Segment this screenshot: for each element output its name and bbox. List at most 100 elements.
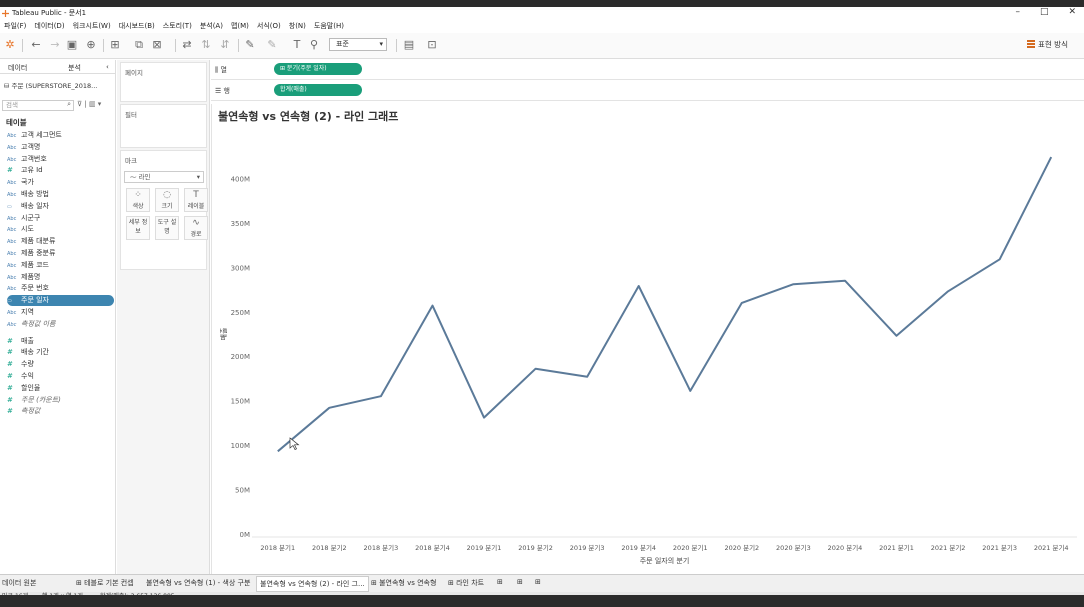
field-item[interactable]: Abc 제품 코드 — [7, 260, 114, 271]
field-item[interactable]: # 주문 (카운트) — [7, 395, 114, 406]
data-point[interactable] — [378, 394, 383, 399]
show-cards-icon[interactable]: ▤ — [402, 38, 416, 52]
close-button[interactable]: ✕ — [1068, 7, 1076, 17]
data-point[interactable] — [791, 282, 796, 287]
field-item[interactable]: # 할인율 — [7, 383, 114, 394]
redo-icon[interactable]: → — [48, 38, 62, 52]
rows-shelf[interactable]: ☰ 행 합계(매출) — [211, 81, 1084, 101]
field-item[interactable]: Abc 시도 — [7, 224, 114, 235]
sort-ascending-icon[interactable]: ⇅ — [199, 38, 213, 52]
field-item[interactable]: # 측정값 — [7, 406, 114, 417]
field-item[interactable]: ▭ 배송 일자 — [7, 201, 114, 212]
field-item[interactable]: Abc 제품명 — [7, 272, 114, 283]
duplicate-sheet-icon[interactable]: ⧉ — [132, 38, 146, 52]
line-chart[interactable]: 0M 50M 100M 150M 200M 250M 300M 350M 400M 매출 2018 … — [212, 104, 1084, 574]
data-point[interactable] — [997, 257, 1002, 262]
field-item[interactable]: # 고유 Id — [7, 165, 114, 176]
menu-item-6[interactable]: 맵(M) — [227, 20, 253, 32]
data-point[interactable] — [842, 278, 847, 283]
sheet-tab[interactable]: 불연속형 vs 연속형 (1) - 색상 구분 — [146, 578, 250, 588]
datasource-item[interactable]: ⛁ 주문 (SUPERSTORE_2018... — [4, 80, 97, 90]
field-item[interactable]: Abc 측정값 이름 — [7, 319, 114, 330]
field-item[interactable]: Abc 고객번호 — [7, 154, 114, 165]
field-item[interactable]: Abc 고객 세그먼트 — [7, 130, 114, 141]
data-point[interactable] — [585, 374, 590, 379]
menu-item-7[interactable]: 서식(O) — [253, 20, 285, 32]
fit-select[interactable]: 표준 ▾ — [329, 38, 387, 51]
menu-item-3[interactable]: 대시보드(B) — [115, 20, 159, 32]
data-point[interactable] — [275, 449, 280, 454]
field-item[interactable]: Abc 제품 대분류 — [7, 236, 114, 247]
data-point[interactable] — [1049, 155, 1054, 160]
label-button[interactable]: T 레이블 — [184, 188, 208, 212]
color-button[interactable]: ⁘ 색상 — [126, 188, 150, 212]
menu-item-8[interactable]: 창(N) — [285, 20, 310, 32]
filter-icon[interactable]: ⊽ — [77, 100, 82, 108]
field-item[interactable]: # 배송 기간 — [7, 347, 114, 358]
data-point[interactable] — [327, 405, 332, 410]
fix-axes-icon[interactable]: ⚲ — [307, 38, 321, 52]
new-dashboard-tab-icon[interactable]: ⊞ — [517, 578, 523, 586]
search-input[interactable]: 검색 ⌕ — [2, 100, 74, 111]
view-options-icon[interactable]: ▥ ▾ — [89, 100, 101, 108]
tab-data[interactable]: 데이터 — [8, 63, 27, 73]
size-button[interactable]: ◌ 크기 — [155, 188, 179, 212]
tableau-home-icon[interactable]: ✲ — [3, 38, 17, 52]
field-item[interactable]: Abc 제품 중분류 — [7, 248, 114, 259]
filters-card[interactable]: 필터 — [120, 104, 207, 148]
field-item[interactable]: # 매출 — [7, 336, 114, 347]
field-item[interactable]: Abc 주문 번호 — [7, 283, 114, 294]
path-button[interactable]: ∿ 경로 — [184, 216, 208, 240]
collapse-pane-icon[interactable]: ‹ — [106, 63, 109, 71]
undo-icon[interactable]: ← — [29, 38, 43, 52]
pages-card[interactable]: 페이지 — [120, 62, 207, 102]
data-point[interactable] — [482, 415, 487, 420]
series-line[interactable] — [277, 156, 1053, 453]
new-story-tab-icon[interactable]: ⊞ — [535, 578, 541, 586]
columns-shelf[interactable]: ⫼ 열 ⊞ 분기(주문 일자) — [211, 60, 1084, 80]
data-point[interactable] — [946, 289, 951, 294]
field-item[interactable]: Abc 배송 방법 — [7, 189, 114, 200]
show-me-button[interactable]: 표현 방식 — [1027, 39, 1068, 50]
data-point[interactable] — [739, 300, 744, 305]
sheet-tab[interactable]: ⊞ 테블로 기본 컨셉 — [76, 578, 134, 588]
menu-item-5[interactable]: 분석(A) — [196, 20, 227, 32]
tab-analytics[interactable]: 분석 — [68, 63, 81, 73]
new-datasource-icon[interactable]: ⊕ — [84, 38, 98, 52]
tab-datasource[interactable]: 데이터 원본 — [2, 578, 36, 588]
field-item[interactable]: Abc 고객명 — [7, 142, 114, 153]
sheet-tab[interactable]: 불연속형 vs 연속형 (2) - 라인 그... — [256, 576, 369, 592]
sort-descending-icon[interactable]: ⇵ — [218, 38, 232, 52]
menu-item-2[interactable]: 워크시트(W) — [69, 20, 115, 32]
mark-type-select[interactable]: ⁓ 라인 ▾ — [124, 171, 204, 183]
swap-rows-columns-icon[interactable]: ⇄ — [180, 38, 194, 52]
menu-item-9[interactable]: 도움말(H) — [310, 20, 348, 32]
highlight-icon[interactable]: ✎ — [243, 38, 257, 52]
presentation-mode-icon[interactable]: ⊡ — [425, 38, 439, 52]
save-icon[interactable]: ▣ — [65, 38, 79, 52]
sheet-tab[interactable]: ⊞ 라인 차트 — [448, 578, 484, 588]
sheet-tab[interactable]: ⊞ 불연속형 vs 연속형 — [371, 578, 436, 588]
menu-item-0[interactable]: 파일(F) — [0, 20, 30, 32]
pane-options[interactable]: ⊽ | ▥ ▾ — [77, 100, 101, 108]
data-point[interactable] — [430, 303, 435, 308]
maximize-button[interactable]: □ — [1040, 7, 1049, 17]
clear-sheet-icon[interactable]: ⊠ — [150, 38, 164, 52]
field-item[interactable]: ▭ 주문 일자 — [7, 295, 114, 307]
show-mark-labels-icon[interactable]: T — [290, 38, 304, 52]
new-worksheet-icon[interactable]: ⊞ — [108, 38, 122, 52]
minimize-button[interactable]: – — [1015, 7, 1020, 17]
data-point[interactable] — [894, 333, 899, 338]
columns-pill[interactable]: ⊞ 분기(주문 일자) — [274, 63, 362, 75]
data-point[interactable] — [688, 388, 693, 393]
field-item[interactable]: Abc 지역 — [7, 307, 114, 318]
group-members-icon[interactable]: ✎ — [265, 38, 279, 52]
field-item[interactable]: # 수량 — [7, 359, 114, 370]
tooltip-button[interactable]: 도구 설명 — [155, 216, 179, 240]
data-point[interactable] — [636, 284, 641, 289]
detail-button[interactable]: 세부 정보 — [126, 216, 150, 240]
field-item[interactable]: # 수익 — [7, 371, 114, 382]
menu-item-1[interactable]: 데이터(D) — [30, 20, 68, 32]
rows-pill[interactable]: 합계(매출) — [274, 84, 362, 96]
data-point[interactable] — [533, 366, 538, 371]
